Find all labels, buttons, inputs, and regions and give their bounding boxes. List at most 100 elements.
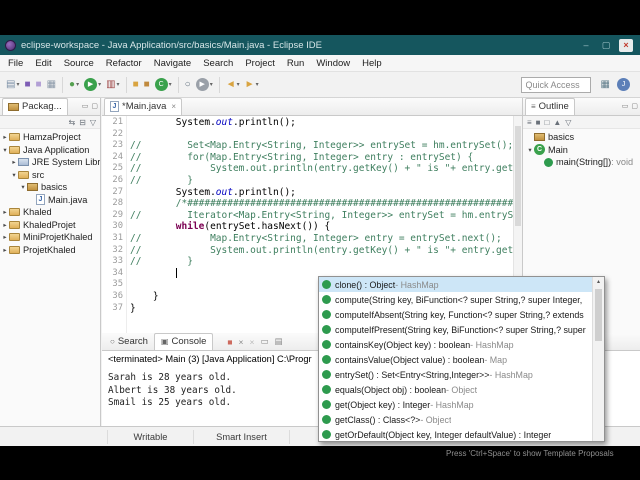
explorer-item-khaledprojet[interactable]: ▸ KhaledProjet [0, 219, 100, 232]
popup-scrollbar-thumb[interactable] [595, 289, 602, 341]
run-icon[interactable]: ▶ ▾ [82, 76, 103, 94]
save-all-icon[interactable]: ■ [34, 76, 44, 94]
scrollbar-thumb[interactable] [515, 126, 521, 226]
maximize-button[interactable]: ▢ [599, 40, 613, 51]
twistie-icon[interactable]: ▸ [1, 133, 9, 141]
code-line[interactable]: /*######################################… [130, 198, 513, 210]
explorer-item-jre-system-libra[interactable]: ▸ JRE System Libra [0, 156, 100, 169]
remove-launch-icon[interactable]: × [239, 337, 244, 347]
menu-run[interactable]: Run [281, 56, 310, 71]
scroll-up-icon[interactable]: ▴ [593, 277, 604, 288]
code-line[interactable]: System.out.println(); [130, 187, 513, 199]
menu-project[interactable]: Project [239, 56, 281, 71]
code-line[interactable]: // System.out.println(entry.getKey() + "… [130, 163, 513, 175]
completion-item-containsvalue[interactable]: containsValue(Object value) : boolean - … [319, 352, 592, 367]
explorer-item-khaled[interactable]: ▸ Khaled [0, 206, 100, 219]
explorer-item-java-application[interactable]: ▾ Java Application [0, 144, 100, 157]
explorer-item-src[interactable]: ▾ src [0, 169, 100, 182]
minimize-button[interactable]: – [579, 40, 593, 50]
java-perspective-icon[interactable]: J [615, 76, 632, 94]
outline-item-main[interactable]: ▾ C Main [523, 144, 640, 157]
maximize-view-icon[interactable]: ▢ [91, 102, 98, 110]
tab-package-explorer[interactable]: Packag... [2, 98, 68, 115]
new-java-project-icon[interactable]: ■ [131, 76, 141, 94]
menu-window[interactable]: Window [310, 56, 356, 71]
completion-item-getordefault[interactable]: getOrDefault(Object key, Integer default… [319, 427, 592, 441]
terminate-icon[interactable]: ■ [227, 337, 232, 347]
new-package-icon[interactable]: ■ [142, 76, 152, 94]
search-icon[interactable]: ○ [183, 76, 193, 94]
minimize-view-icon[interactable]: ▭ [622, 102, 629, 110]
code-line[interactable] [130, 129, 513, 141]
code-line[interactable]: // Set<Map.Entry<String, Integer>> entry… [130, 140, 513, 152]
completion-item-compute[interactable]: compute(String key, BiFunction<? super S… [319, 292, 592, 307]
new-wizard-icon[interactable]: ▤ ▾ [4, 76, 21, 94]
completion-item-computeifpresent[interactable]: computeIfPresent(String key, BiFunction<… [319, 322, 592, 337]
twistie-icon[interactable]: ▾ [19, 183, 27, 191]
new-class-icon[interactable]: C ▾ [153, 76, 174, 94]
completion-item-get[interactable]: get(Object key) : Integer - HashMap [319, 397, 592, 412]
forward-icon[interactable]: ► ▾ [243, 76, 261, 94]
code-line[interactable]: // System.out.println(entry.getKey() + "… [130, 245, 513, 257]
completion-item-equals[interactable]: equals(Object obj) : boolean - Object [319, 382, 592, 397]
code-line[interactable]: System.out.println(); [130, 117, 513, 129]
twistie-icon[interactable]: ▸ [1, 246, 9, 254]
collapse-all-icon[interactable]: ⊟ [79, 118, 86, 127]
menu-help[interactable]: Help [356, 56, 388, 71]
menu-source[interactable]: Source [58, 56, 100, 71]
completion-item-computeifabsent[interactable]: computeIfAbsent(String key, Function<? s… [319, 307, 592, 322]
save-icon[interactable]: ■ [22, 76, 32, 94]
print-icon[interactable]: ▦ [45, 76, 58, 94]
close-tab-icon[interactable]: × [171, 102, 176, 111]
code-line[interactable]: // } [130, 175, 513, 187]
external-tools-icon[interactable]: ▶ ▾ [194, 76, 215, 94]
hide-fields-icon[interactable]: ■ [536, 118, 541, 127]
clear-console-icon[interactable]: ▭ [260, 336, 268, 347]
twistie-icon[interactable]: ▾ [526, 146, 534, 154]
explorer-item-basics[interactable]: ▾ basics [0, 181, 100, 194]
explorer-item-projetkhaled[interactable]: ▸ ProjetKhaled [0, 244, 100, 257]
back-icon[interactable]: ◄ ▾ [224, 76, 242, 94]
completion-item-entryset[interactable]: entrySet() : Set<Entry<String,Integer>> … [319, 367, 592, 382]
debug-icon[interactable]: ● ▾ [67, 76, 81, 94]
menu-file[interactable]: File [2, 56, 29, 71]
hide-non-public-icon[interactable]: ▲ [553, 118, 561, 127]
link-with-editor-icon[interactable]: ⇆ [68, 118, 75, 127]
twistie-icon[interactable]: ▾ [10, 171, 18, 179]
menu-edit[interactable]: Edit [29, 56, 57, 71]
view-menu-icon[interactable]: ▽ [90, 118, 96, 127]
code-line[interactable]: // Map.Entry<String, Integer> entry = en… [130, 233, 513, 245]
menu-search[interactable]: Search [197, 56, 239, 71]
tab-console[interactable]: ▣ Console [153, 333, 214, 350]
popup-scrollbar[interactable]: ▴ [592, 277, 604, 441]
twistie-icon[interactable]: ▾ [1, 146, 9, 154]
twistie-icon[interactable]: ▸ [1, 221, 9, 229]
scroll-lock-icon[interactable]: ▤ [274, 336, 282, 347]
explorer-item-main-java[interactable]: J Main.java [0, 194, 100, 207]
completion-item-containskey[interactable]: containsKey(Object key) : boolean - Hash… [319, 337, 592, 352]
quick-access-input[interactable] [520, 76, 591, 93]
sort-icon[interactable]: ≡ [527, 118, 532, 127]
menu-navigate[interactable]: Navigate [148, 56, 198, 71]
twistie-icon[interactable]: ▸ [10, 158, 18, 166]
remove-all-launches-icon[interactable]: × [249, 337, 254, 347]
twistie-icon[interactable]: ▸ [1, 208, 9, 216]
minimize-view-icon[interactable]: ▭ [82, 102, 89, 110]
twistie-icon[interactable]: ▸ [1, 233, 9, 241]
code-line[interactable]: // } [130, 256, 513, 268]
completion-item-getclass[interactable]: getClass() : Class<?> - Object [319, 412, 592, 427]
explorer-item-hamzaproject[interactable]: ▸ HamzaProject [0, 131, 100, 144]
coverage-icon[interactable]: ▥ ▾ [104, 76, 121, 94]
open-perspective-icon[interactable]: ▦ [599, 76, 612, 94]
close-button[interactable]: × [619, 38, 633, 52]
code-line[interactable]: // Iterator<Map.Entry<String, Integer>> … [130, 210, 513, 222]
menu-refactor[interactable]: Refactor [100, 56, 148, 71]
tab-search[interactable]: ○ Search [104, 334, 154, 350]
explorer-item-miniprojetkhaled[interactable]: ▸ MiniProjetKhaled [0, 231, 100, 244]
maximize-view-icon[interactable]: ▢ [631, 102, 638, 110]
outline-item-basics[interactable]: basics [523, 131, 640, 144]
outline-item-main-string[interactable]: main(String[]) : void [523, 156, 640, 169]
tab-main-java[interactable]: J *Main.java × [104, 98, 183, 115]
code-line[interactable]: while(entrySet.hasNext()) { [130, 221, 513, 233]
code-line[interactable]: // for(Map.Entry<String, Integer> entry … [130, 152, 513, 164]
